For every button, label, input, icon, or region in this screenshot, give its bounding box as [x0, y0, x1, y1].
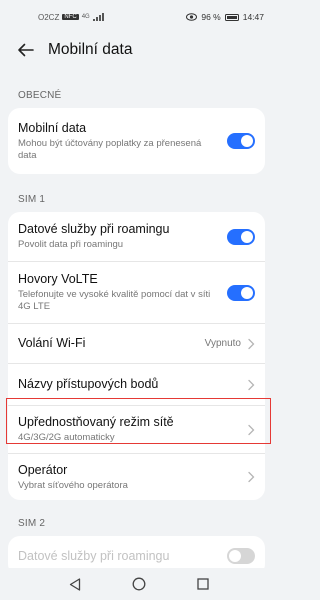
mobile-data-row[interactable]: Mobilní data Mohou být účtovány poplatky… [8, 108, 265, 174]
network-mode-text: Upřednostňovaný režim sítě 4G/3G/2G auto… [18, 415, 247, 444]
clock: 14:47 [242, 12, 264, 22]
status-left: O2CZ NFC 4G [38, 13, 104, 22]
mobile-data-subtitle: Mohou být účtovány poplatky za přenesená… [18, 137, 202, 161]
page-title: Mobilní data [48, 41, 133, 58]
sim1-card: Datové služby při roamingu Povolit data … [8, 212, 265, 500]
wifi-calling-title: Volání Wi-Fi [18, 336, 86, 350]
carrier-name: O2CZ [38, 12, 60, 22]
network-mode-subtitle: 4G/3G/2G automaticky [18, 432, 115, 443]
battery-percent: 96 % [201, 12, 221, 22]
mobile-data-text: Mobilní data Mohou být účtovány poplatky… [18, 121, 227, 162]
section-label-general: OBECNÉ [18, 90, 62, 101]
eye-icon [186, 13, 198, 21]
navigation-bar [0, 568, 277, 600]
network-mode-title: Upřednostňovaný režim sítě [18, 415, 174, 429]
sim1-roaming-row[interactable]: Datové služby při roamingu Povolit data … [8, 212, 265, 262]
sim1-roaming-title: Datové služby při roamingu [18, 222, 170, 236]
volte-subtitle: Telefonujte ve vysoké kvalitě pomocí dat… [18, 289, 211, 312]
sim1-roaming-toggle[interactable] [227, 228, 255, 245]
section-label-sim1: SIM 1 [18, 194, 46, 205]
chevron-right-icon [248, 424, 255, 435]
battery-icon [224, 13, 239, 21]
sim1-roaming-subtitle: Povolit data při roamingu [18, 239, 124, 250]
volte-toggle[interactable] [227, 284, 255, 301]
wifi-calling-value: Vypnuto [204, 338, 241, 349]
chevron-right-icon [248, 379, 255, 390]
nfc-badge: NFC [62, 14, 79, 20]
operator-text: Operátor Vybrat síťového operátora [18, 463, 247, 492]
apn-text: Názvy přístupových bodů [18, 377, 247, 392]
network-type: 4G [81, 14, 90, 20]
back-arrow-icon[interactable] [16, 41, 34, 59]
apn-row[interactable]: Názvy přístupových bodů [8, 364, 265, 406]
sim2-roaming-title: Datové služby při roamingu [18, 548, 170, 563]
apn-title: Názvy přístupových bodů [18, 377, 159, 391]
volte-title: Hovory VoLTE [18, 272, 98, 286]
mobile-data-toggle[interactable] [227, 133, 255, 149]
wifi-calling-row[interactable]: Volání Wi-Fi Vypnuto [8, 324, 265, 364]
mobile-data-title: Mobilní data [18, 120, 87, 135]
sim2-roaming-text: Datové služby při roamingu [18, 549, 227, 564]
chevron-right-icon [248, 338, 255, 349]
sim1-roaming-text: Datové služby při roamingu Povolit data … [18, 222, 227, 251]
signal-icon [92, 13, 104, 21]
wifi-calling-text: Volání Wi-Fi [18, 336, 205, 351]
status-bar: O2CZ NFC 4G 96 % 14:47 [0, 0, 277, 34]
network-mode-row[interactable]: Upřednostňovaný režim sítě 4G/3G/2G auto… [8, 406, 265, 454]
chevron-right-icon [248, 471, 255, 483]
section-label-sim2: SIM 2 [18, 518, 46, 529]
status-right: 96 % 14:47 [186, 12, 264, 22]
operator-subtitle: Vybrat síťového operátora [18, 479, 128, 491]
volte-text: Hovory VoLTE Telefonujte ve vysoké kvali… [18, 272, 227, 313]
nav-recents-icon[interactable] [195, 576, 211, 592]
nav-back-icon[interactable] [67, 576, 83, 592]
sim2-roaming-toggle[interactable] [227, 548, 255, 564]
general-card: Mobilní data Mohou být účtovány poplatky… [8, 108, 265, 174]
app-bar: Mobilní data [0, 34, 277, 66]
volte-row[interactable]: Hovory VoLTE Telefonujte ve vysoké kvali… [8, 262, 265, 324]
nav-home-icon[interactable] [131, 576, 147, 592]
operator-row[interactable]: Operátor Vybrat síťového operátora [8, 454, 265, 500]
operator-title: Operátor [18, 462, 68, 477]
